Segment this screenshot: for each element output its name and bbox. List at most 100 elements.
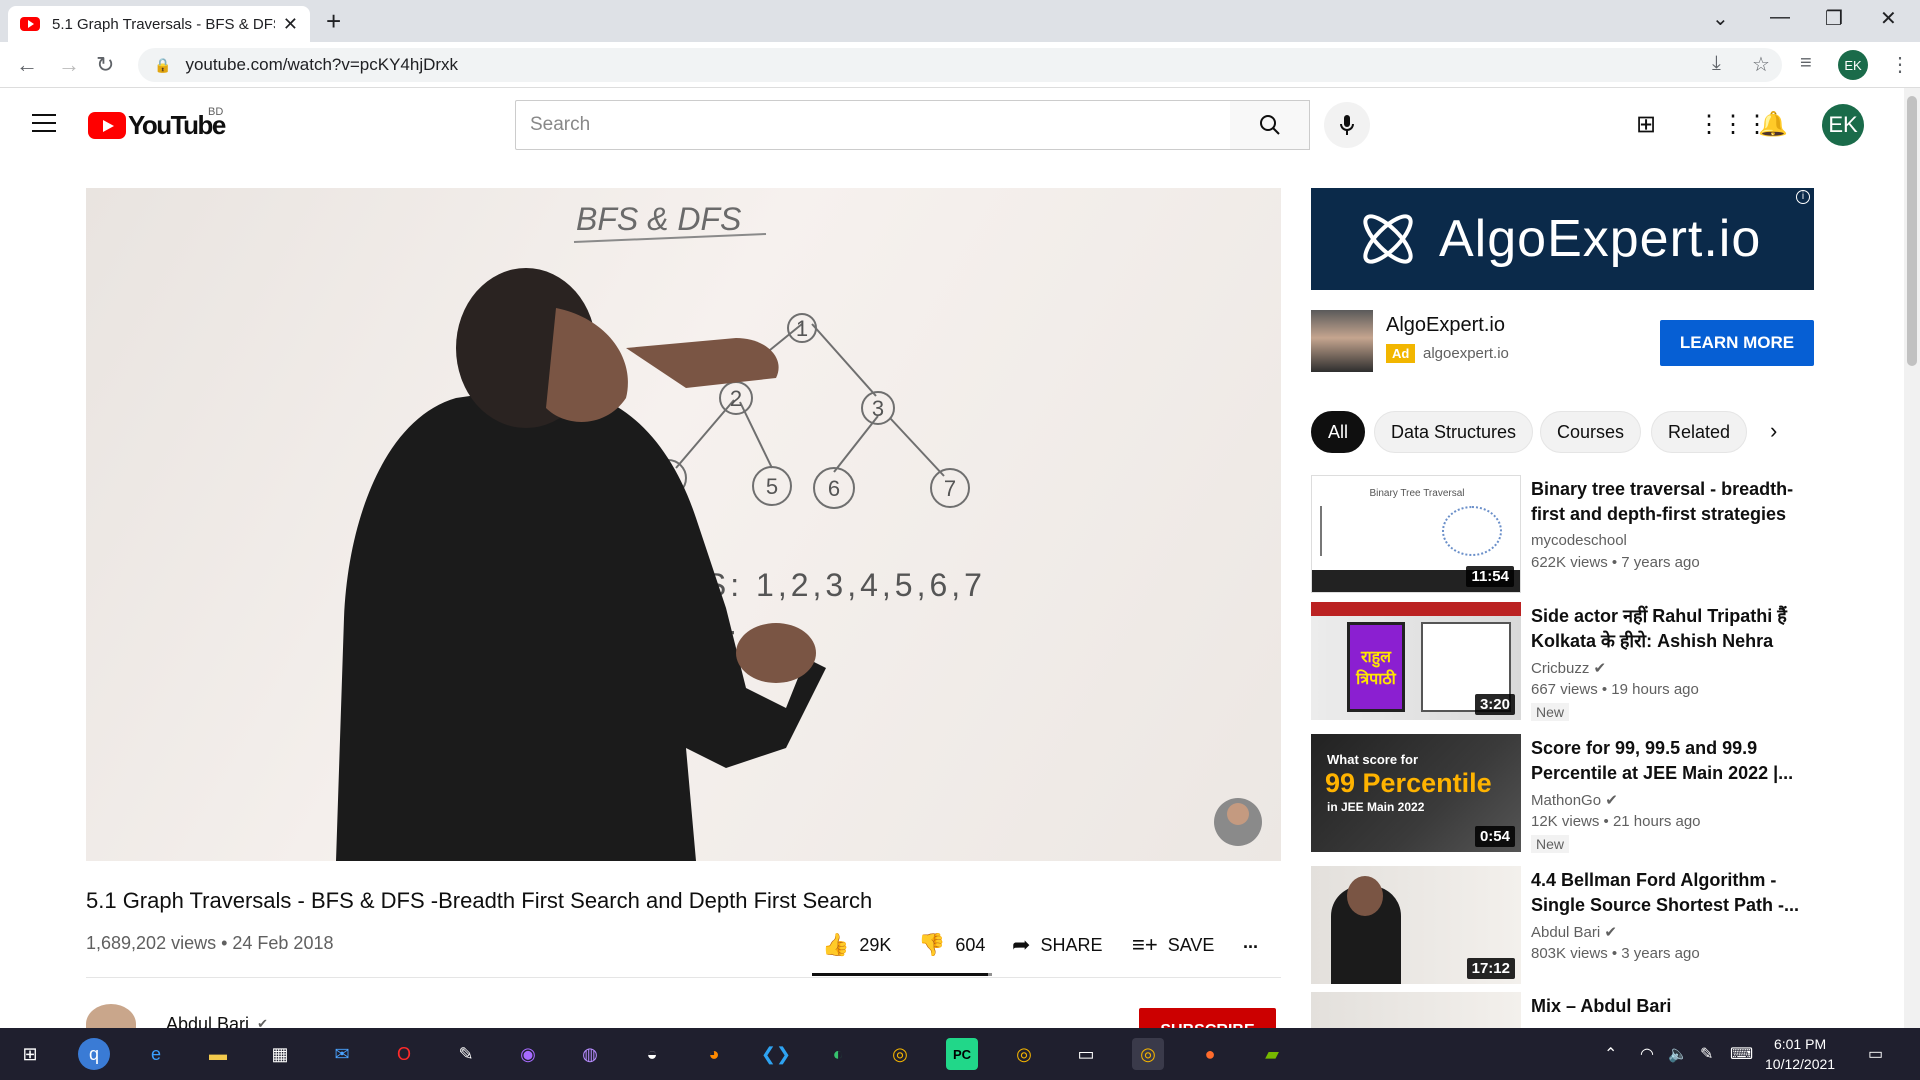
lock-icon[interactable]: 🔒 — [154, 57, 171, 74]
duration: 0:54 — [1474, 826, 1515, 847]
edge-dev-icon[interactable]: ◐ — [822, 1038, 854, 1070]
like-ratio-fill — [812, 973, 989, 976]
rec-channel: Abdul Bari ✔ — [1531, 923, 1617, 941]
ad-site: algoexpert.io — [1423, 345, 1509, 362]
rec-channel-name: Cricbuzz — [1531, 660, 1590, 677]
rec-title: Binary tree traversal - breadth-first an… — [1531, 479, 1794, 524]
notification-center-icon[interactable]: ▭ — [1868, 1044, 1883, 1064]
vscode-icon[interactable]: ❮❯ — [760, 1038, 792, 1070]
account-avatar[interactable]: EK — [1822, 104, 1864, 146]
mail-icon[interactable]: ✉ — [326, 1038, 358, 1070]
media-control-icon[interactable]: ≡ — [1800, 52, 1812, 75]
forward-icon[interactable]: → — [58, 52, 80, 78]
voice-search-button[interactable] — [1324, 102, 1370, 148]
notifications-bell-icon[interactable]: 🔔 — [1758, 110, 1788, 139]
rec-views: 12K views • 21 hours ago — [1531, 813, 1701, 830]
chrome-icon[interactable]: ◎ — [884, 1038, 916, 1070]
more-actions-button[interactable]: ... — [1243, 932, 1258, 953]
chevron-right-icon[interactable]: › — [1770, 418, 1777, 444]
node-label: 3 — [872, 396, 884, 421]
wifi-icon[interactable]: ◠ — [1640, 1044, 1654, 1064]
thumbnail[interactable]: 17:12 — [1311, 866, 1521, 984]
ad-info-icon[interactable]: i — [1796, 190, 1810, 204]
share-label: SHARE — [1040, 934, 1103, 955]
terminal-icon[interactable]: ▭ — [1070, 1038, 1102, 1070]
chip-courses[interactable]: Courses — [1540, 411, 1642, 453]
ad-banner[interactable]: AlgoExpert.io — [1311, 188, 1814, 290]
keyboard-icon[interactable]: ⌨ — [1730, 1044, 1753, 1064]
recommendation-item[interactable]: What score for 99 Percentile in JEE Main… — [1311, 734, 1814, 854]
new-tab-button[interactable]: + — [326, 6, 341, 37]
like-button[interactable]: 👍 29K — [822, 932, 891, 958]
chrome-active-icon[interactable]: ◎ — [1132, 1038, 1164, 1070]
taskbar-clock[interactable]: 6:01 PM 10/12/2021 — [1765, 1034, 1835, 1074]
chip-all[interactable]: All — [1311, 411, 1366, 453]
chrome-icon[interactable]: ◎ — [1008, 1038, 1040, 1070]
ad-name: AlgoExpert.io — [1386, 314, 1505, 336]
windows-start-icon[interactable]: ⊞ — [14, 1038, 46, 1070]
video-player[interactable]: BFS & DFS 1 2 3 4 5 6 7 — [86, 188, 1281, 861]
rec-views: 622K views • 7 years ago — [1531, 554, 1700, 571]
qbittorrent-icon[interactable]: q — [78, 1038, 110, 1070]
back-icon[interactable]: ← — [16, 52, 38, 78]
maximize-icon[interactable]: ❐ — [1825, 6, 1843, 31]
pen-icon[interactable]: ✎ — [1700, 1044, 1713, 1064]
recommendation-item[interactable]: 17:12 4.4 Bellman Ford Algorithm - Singl… — [1311, 866, 1814, 986]
pycharm-icon[interactable]: PC — [946, 1038, 978, 1070]
recommendation-item[interactable]: राहुल त्रिपाठी 3:20 Side actor नहीं Rahu… — [1311, 602, 1814, 722]
share-button[interactable]: ➦ SHARE — [1012, 932, 1102, 958]
bookmark-star-icon[interactable]: ☆ — [1752, 52, 1770, 77]
scrollbar-thumb[interactable] — [1907, 96, 1917, 366]
tab-search-icon[interactable]: ⌄ — [1712, 6, 1729, 31]
hamburger-menu-icon[interactable] — [32, 114, 56, 132]
app-icon[interactable]: ✎ — [450, 1038, 482, 1070]
thumb-decor — [1320, 506, 1380, 556]
edge-icon[interactable]: e — [140, 1038, 172, 1070]
nvidia-icon[interactable]: ▰ — [1256, 1038, 1288, 1070]
address-bar[interactable]: 🔒 youtube.com/watch?v=pcKY4hjDrxk — [138, 48, 1782, 82]
youtube-logo[interactable]: YouTube BD — [88, 106, 226, 141]
recommendation-item[interactable]: Mix – Abdul Bari — [1311, 992, 1814, 1028]
recommendation-item[interactable]: Binary Tree Traversal 11:54 Binary tree … — [1311, 475, 1814, 595]
app-icon[interactable]: ◒ — [636, 1038, 668, 1070]
create-video-icon[interactable]: ⊞ — [1636, 110, 1656, 139]
messenger-icon[interactable]: ◉ — [512, 1038, 544, 1070]
thumbnail[interactable] — [1311, 992, 1521, 1028]
chip-data-structures[interactable]: Data Structures — [1374, 411, 1534, 453]
learn-more-button[interactable]: LEARN MORE — [1660, 320, 1814, 366]
tab-title: 5.1 Graph Traversals - BFS & DFS — [52, 15, 275, 33]
search-input[interactable]: Search — [515, 100, 1231, 150]
thumb-caption: Binary Tree Traversal — [1369, 488, 1465, 499]
browser-tab[interactable]: 5.1 Graph Traversals - BFS & DFS ✕ — [8, 6, 310, 42]
volume-icon[interactable]: 🔈 — [1668, 1044, 1688, 1064]
minimize-icon[interactable]: — — [1770, 6, 1790, 29]
thumbnail[interactable]: Binary Tree Traversal 11:54 — [1311, 475, 1521, 593]
browser-toolbar: ← → ↻ 🔒 youtube.com/watch?v=pcKY4hjDrxk … — [0, 42, 1920, 88]
app-icon[interactable]: ● — [1194, 1038, 1226, 1070]
thumbnail[interactable]: राहुल त्रिपाठी 3:20 — [1311, 602, 1521, 720]
install-app-icon[interactable]: ⤓ — [1712, 52, 1721, 75]
ad-badge: Ad — [1386, 344, 1416, 363]
page-scrollbar[interactable] — [1904, 88, 1920, 1028]
tab-close-icon[interactable]: ✕ — [283, 14, 298, 35]
profile-avatar[interactable]: EK — [1838, 50, 1868, 80]
search-button[interactable] — [1230, 100, 1310, 150]
opera-icon[interactable]: O — [388, 1038, 420, 1070]
firefox-icon[interactable]: ◕ — [698, 1038, 730, 1070]
thumbnail[interactable]: What score for 99 Percentile in JEE Main… — [1311, 734, 1521, 852]
window-close-icon[interactable]: ✕ — [1880, 6, 1897, 31]
browser-menu-icon[interactable]: ⋮ — [1890, 52, 1910, 77]
file-explorer-icon[interactable]: ▬ — [202, 1038, 234, 1070]
chip-related[interactable]: Related — [1651, 411, 1748, 453]
clock-date: 10/12/2021 — [1765, 1056, 1836, 1072]
tray-expand-icon[interactable]: ⌃ — [1604, 1044, 1617, 1064]
store-icon[interactable]: ▦ — [264, 1038, 296, 1070]
new-badge: New — [1531, 703, 1570, 721]
url-text: youtube.com/watch?v=pcKY4hjDrxk — [185, 55, 459, 74]
node-label: 2 — [730, 386, 742, 411]
reload-icon[interactable]: ↻ — [96, 52, 114, 78]
dislike-button[interactable]: 👎 604 — [918, 932, 985, 958]
github-icon[interactable]: ◍ — [574, 1038, 606, 1070]
thumb-text: in JEE Main 2022 — [1327, 800, 1425, 814]
save-button[interactable]: ≡+ SAVE — [1132, 932, 1214, 958]
